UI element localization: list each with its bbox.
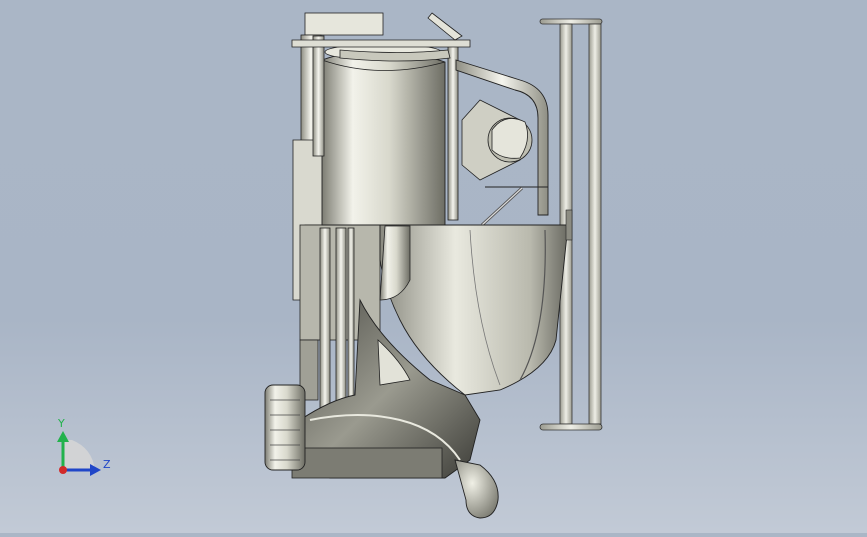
motor-unit bbox=[264, 384, 306, 471]
z-axis-label: Z bbox=[103, 458, 111, 471]
sensor-assembly bbox=[461, 99, 548, 227]
y-axis-arrowhead bbox=[57, 431, 69, 442]
cad-model-view[interactable]: Y Z bbox=[0, 0, 867, 533]
y-axis-label: Y bbox=[57, 417, 65, 430]
z-axis-arrowhead bbox=[90, 464, 101, 476]
cad-viewport[interactable]: Y Z bbox=[0, 0, 867, 533]
discharge-spout bbox=[454, 459, 499, 519]
coordinate-triad: Y Z bbox=[57, 417, 111, 476]
x-axis-dot bbox=[59, 466, 67, 474]
main-tank bbox=[321, 43, 446, 226]
